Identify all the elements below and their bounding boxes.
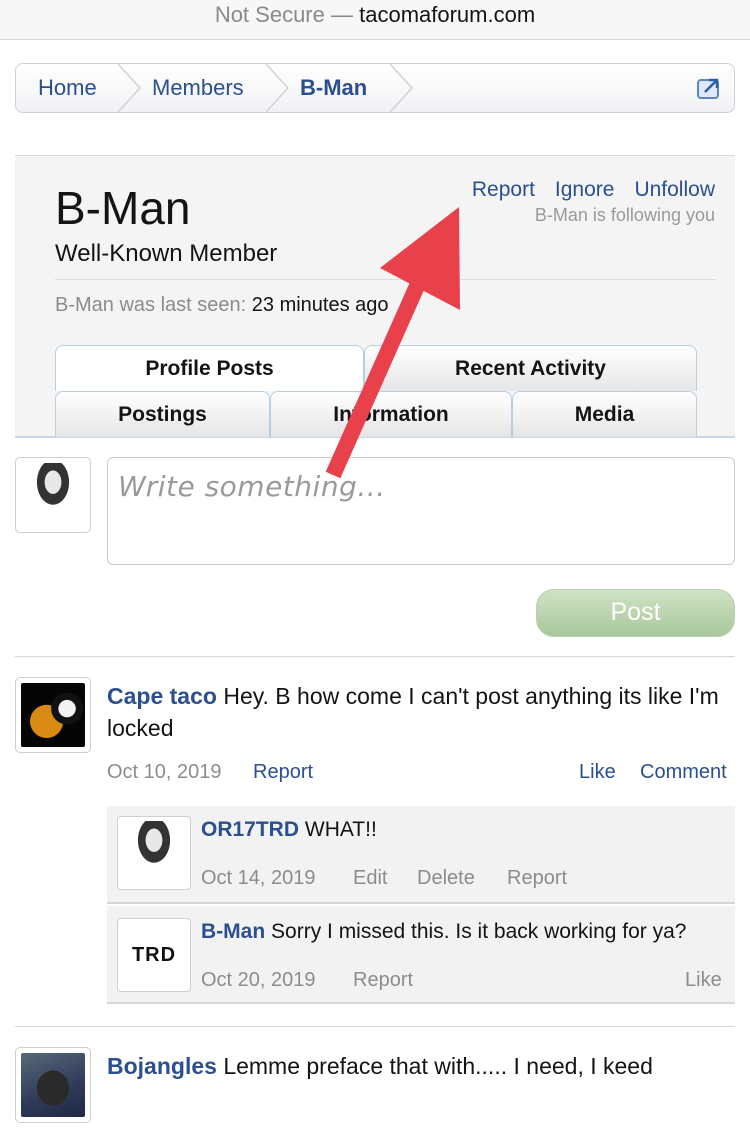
avatar[interactable]: TRD [117, 918, 191, 992]
breadcrumb-home[interactable]: Home [38, 64, 97, 112]
post-report-link[interactable]: Report [253, 761, 313, 784]
comment-date[interactable]: Oct 20, 2019 [201, 969, 316, 992]
avatar[interactable] [15, 1047, 91, 1123]
profile-name: B-Man [55, 182, 191, 234]
post-message: Bojangles Lemme preface that with..... I… [107, 1050, 735, 1082]
post-author[interactable]: Cape taco [107, 683, 217, 709]
profile-actions: Report Ignore Unfollow [452, 178, 715, 202]
last-seen: B-Man was last seen: 23 minutes ago [55, 294, 389, 317]
comment-report-link[interactable]: Report [507, 867, 567, 890]
breadcrumb: Home Members B-Man [15, 63, 735, 113]
comment-item: TRD B-Man Sorry I missed this. Is it bac… [107, 906, 735, 1004]
last-seen-label: B-Man was last seen: [55, 294, 247, 316]
trd-logo-text: TRD [131, 944, 177, 966]
comment-author[interactable]: OR17TRD [201, 818, 299, 841]
post-button[interactable]: Post [536, 589, 735, 637]
report-link[interactable]: Report [472, 178, 535, 201]
divider [15, 1026, 735, 1027]
comment-text: WHAT!! [304, 818, 377, 841]
post-text: Lemme preface that with..... I need, I k… [223, 1053, 653, 1079]
tab-media[interactable]: Media [512, 391, 697, 437]
comment-edit-link[interactable]: Edit [353, 867, 387, 890]
tab-profile-posts[interactable]: Profile Posts [55, 345, 364, 391]
divider [55, 279, 715, 280]
status-input[interactable]: Write something... [107, 457, 735, 565]
breadcrumb-separator [389, 64, 414, 112]
breadcrumb-members[interactable]: Members [152, 64, 244, 112]
breadcrumb-current[interactable]: B-Man [300, 64, 367, 112]
comment-item: OR17TRD WHAT!! Oct 14, 2019 Edit Delete … [107, 806, 735, 904]
post-date[interactable]: Oct 10, 2019 [107, 761, 222, 784]
tab-postings[interactable]: Postings [55, 391, 270, 437]
comment-author[interactable]: B-Man [201, 920, 265, 943]
comment-report-link[interactable]: Report [353, 969, 413, 992]
comment-message: OR17TRD WHAT!! [201, 818, 377, 842]
comment-text: Sorry I missed this. Is it back working … [271, 920, 687, 943]
comment-delete-link[interactable]: Delete [417, 867, 475, 890]
breadcrumb-separator [265, 64, 290, 112]
comment-message: B-Man Sorry I missed this. Is it back wo… [201, 920, 686, 944]
security-label: Not Secure [214, 2, 325, 27]
unfollow-link[interactable]: Unfollow [634, 178, 715, 201]
profile-title: Well-Known Member [55, 240, 278, 267]
url-separator: — [324, 2, 360, 27]
comment-date[interactable]: Oct 14, 2019 [201, 867, 316, 890]
external-link-icon[interactable] [696, 76, 722, 100]
tab-information[interactable]: Information [270, 391, 512, 437]
comment-like-link[interactable]: Like [685, 969, 722, 992]
breadcrumb-separator [117, 64, 142, 112]
domain-label: tacomaforum.com [359, 2, 536, 27]
post-comment-link[interactable]: Comment [640, 761, 727, 784]
post-message: Cape taco Hey. B how come I can't post a… [107, 680, 735, 744]
avatar[interactable] [15, 457, 91, 533]
last-seen-value: 23 minutes ago [251, 294, 389, 316]
profile-header: B-Man Well-Known Member Report Ignore Unfo… [15, 155, 735, 438]
ignore-link[interactable]: Ignore [555, 178, 615, 201]
avatar[interactable] [117, 816, 191, 890]
post-author[interactable]: Bojangles [107, 1053, 217, 1079]
following-note: B-Man is following you [534, 205, 715, 225]
post-like-link[interactable]: Like [579, 761, 616, 784]
divider [15, 656, 735, 657]
browser-url-bar[interactable]: Not Secure — tacomaforum.com [0, 0, 750, 40]
avatar[interactable] [15, 677, 91, 753]
tab-recent-activity[interactable]: Recent Activity [364, 345, 697, 391]
